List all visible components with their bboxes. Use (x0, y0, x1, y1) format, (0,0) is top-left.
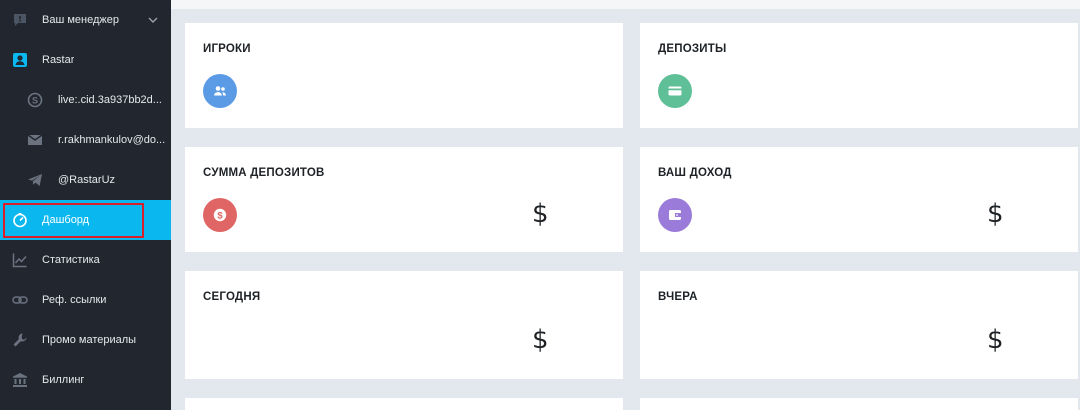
card-today: СЕГОДНЯ $ (185, 271, 623, 379)
sidebar-item-label: Реф. ссылки (42, 294, 107, 306)
sidebar-item-ref-links[interactable]: Реф. ссылки (0, 280, 171, 320)
card-deposits-sum: СУММА ДЕПОЗИТОВ $ $ (185, 147, 623, 252)
card-partial-left (185, 398, 623, 410)
card-players: ИГРОКИ (185, 23, 623, 128)
manager-contact-email[interactable]: r.rakhmankulov@do... (0, 120, 171, 160)
card-value: $ (987, 325, 1004, 355)
chat-icon (12, 12, 28, 28)
sidebar-item-label: Промо материалы (42, 334, 137, 346)
contact-card-icon (12, 52, 28, 68)
card-title: СУММА ДЕПОЗИТОВ (203, 167, 325, 179)
svg-text:$: $ (217, 211, 223, 222)
dollar-coin-icon: $ (203, 198, 237, 232)
card-value: $ (532, 325, 549, 355)
sidebar-item-label: Статистика (42, 254, 100, 266)
sidebar-item-label: @RastarUz (58, 174, 116, 186)
card-partial-right (640, 398, 1078, 410)
card-title: ИГРОКИ (203, 43, 251, 55)
card-title: ВАШ ДОХОД (658, 167, 732, 179)
wallet-icon (658, 198, 692, 232)
card-deposits: ДЕПОЗИТЫ (640, 23, 1078, 128)
sidebar-item-billing[interactable]: Биллинг (0, 360, 171, 400)
sidebar-item-label: Дашборд (42, 214, 90, 226)
wrench-icon (12, 332, 28, 348)
manager-contact-name: Rastar (0, 40, 171, 80)
sidebar-item-promo[interactable]: Промо материалы (0, 320, 171, 360)
sidebar-item-label: live:.cid.3a937bb2d... (58, 94, 162, 106)
manager-contact-skype[interactable]: S live:.cid.3a937bb2d... (0, 80, 171, 120)
link-icon (12, 292, 28, 308)
svg-text:S: S (32, 95, 38, 105)
card-value: $ (987, 199, 1004, 229)
card-your-income: ВАШ ДОХОД $ (640, 147, 1078, 252)
top-strip (171, 0, 1080, 9)
sidebar-item-label: Rastar (42, 54, 75, 66)
sidebar-item-statistics[interactable]: Статистика (0, 240, 171, 280)
sidebar-item-label: Ваш менеджер (42, 14, 119, 26)
dashboard-content: ИГРОКИ ДЕПОЗИТЫ СУММА ДЕПОЗИТОВ $ $ ВАШ … (171, 0, 1080, 410)
line-chart-icon (12, 252, 28, 268)
card-value: $ (532, 199, 549, 229)
bank-icon (12, 372, 28, 388)
manager-contact-telegram[interactable]: @RastarUz (0, 160, 171, 200)
sidebar: Ваш менеджер Rastar S live:.cid.3a937bb2… (0, 0, 171, 410)
telegram-icon (27, 172, 43, 188)
dashboard-gauge-icon (12, 212, 28, 228)
card-title: ВЧЕРА (658, 291, 698, 303)
mail-icon (27, 132, 43, 148)
chevron-down-icon[interactable] (147, 14, 159, 26)
card-title: ДЕПОЗИТЫ (658, 43, 727, 55)
sidebar-item-manager[interactable]: Ваш менеджер (0, 0, 171, 40)
users-icon (203, 74, 237, 108)
sidebar-item-label: r.rakhmankulov@do... (58, 134, 166, 146)
credit-card-icon (658, 74, 692, 108)
sidebar-item-label: Биллинг (42, 374, 85, 386)
card-yesterday: ВЧЕРА $ (640, 271, 1078, 379)
card-title: СЕГОДНЯ (203, 291, 261, 303)
sidebar-item-dashboard[interactable]: Дашборд (0, 200, 171, 240)
skype-icon: S (27, 92, 43, 108)
